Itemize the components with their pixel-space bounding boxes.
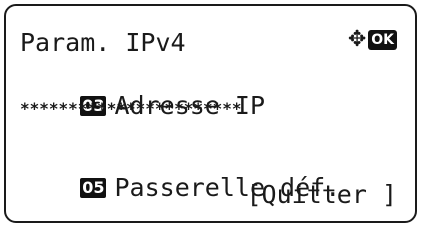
masked-value-line: *********************** bbox=[20, 99, 242, 118]
lcd-panel: Param. IPv4 ✥ OK 03 Adresse IP **********… bbox=[4, 4, 417, 223]
nav-ok-indicator: ✥ OK bbox=[348, 28, 397, 52]
four-way-arrow-icon: ✥ bbox=[347, 27, 367, 52]
item-number: 05 bbox=[80, 178, 107, 198]
ok-badge: OK bbox=[368, 30, 397, 50]
screen-title: Param. IPv4 bbox=[20, 28, 186, 57]
quit-button[interactable]: [Quitter ] bbox=[246, 181, 397, 209]
